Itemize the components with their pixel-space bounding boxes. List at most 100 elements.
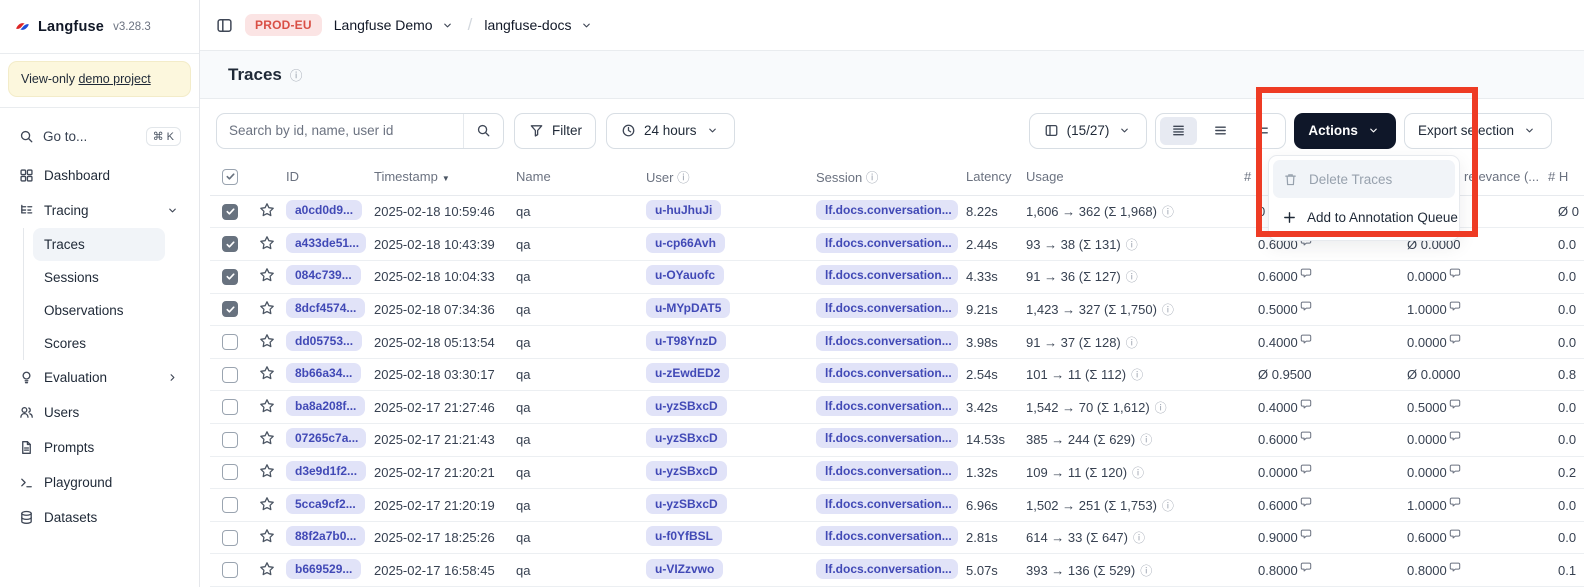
table-row[interactable]: 8b66a34...2025-02-18 03:30:17qau-zEwdED2…	[210, 359, 1584, 392]
columns-button[interactable]: (15/27)	[1029, 113, 1148, 149]
col-name[interactable]: Name	[508, 169, 638, 184]
user-badge[interactable]: u-huJhuJi	[646, 200, 721, 220]
search-submit-icon[interactable]	[463, 114, 503, 148]
user-badge[interactable]: u-yzSBxcD	[646, 396, 727, 416]
trace-id-badge[interactable]: 88f2a7b0...	[286, 526, 365, 546]
user-badge[interactable]: u-yzSBxcD	[646, 428, 727, 448]
row-height-tall-button[interactable]	[1244, 117, 1281, 145]
table-row[interactable]: 8dcf4574...2025-02-18 07:34:36qau-MYpDAT…	[210, 294, 1584, 327]
user-badge[interactable]: u-OYauofc	[646, 265, 724, 285]
user-badge[interactable]: u-cp66Avh	[646, 233, 725, 253]
comment-icon[interactable]	[1300, 430, 1312, 445]
table-row[interactable]: 88f2a7b0...2025-02-17 18:25:26qau-f0YfBS…	[210, 522, 1584, 555]
row-height-medium-button[interactable]	[1202, 117, 1239, 145]
comment-icon[interactable]	[1300, 496, 1312, 511]
trace-id-badge[interactable]: dd05753...	[286, 331, 362, 351]
comment-icon[interactable]	[1300, 561, 1312, 576]
star-icon[interactable]	[256, 496, 275, 512]
col-user[interactable]: User ⓘ	[638, 167, 808, 186]
session-badge[interactable]: lf.docs.conversation...	[816, 494, 958, 514]
user-badge[interactable]: u-VIZzvwo	[646, 559, 723, 579]
comment-icon[interactable]	[1449, 528, 1461, 543]
trace-id-badge[interactable]: 5cca9cf2...	[286, 494, 365, 514]
comment-icon[interactable]	[1449, 561, 1461, 576]
table-row[interactable]: 07265c7a...2025-02-17 21:21:43qau-yzSBxc…	[210, 424, 1584, 457]
row-height-compact-button[interactable]	[1160, 117, 1197, 145]
comment-icon[interactable]	[1300, 398, 1312, 413]
comment-icon[interactable]	[1300, 528, 1312, 543]
table-row[interactable]: 084c739...2025-02-18 10:04:33qau-OYauofc…	[210, 261, 1584, 294]
row-checkbox[interactable]	[222, 399, 238, 415]
comment-icon[interactable]	[1449, 300, 1461, 315]
menu-item-add-to-annotation-queue[interactable]: Add to Annotation Queue	[1273, 198, 1455, 236]
sidebar-item-prompts[interactable]: Prompts	[10, 430, 189, 465]
user-badge[interactable]: u-yzSBxcD	[646, 461, 727, 481]
star-icon[interactable]	[256, 561, 275, 577]
table-row[interactable]: d3e9d1f2...2025-02-17 21:20:21qau-yzSBxc…	[210, 457, 1584, 490]
user-badge[interactable]: u-T98YnzD	[646, 331, 726, 351]
comment-icon[interactable]	[1449, 430, 1461, 445]
session-badge[interactable]: lf.docs.conversation...	[816, 396, 958, 416]
col-latency[interactable]: Latency	[958, 169, 1018, 184]
star-icon[interactable]	[256, 235, 275, 251]
session-badge[interactable]: lf.docs.conversation...	[816, 526, 958, 546]
sidebar-item-sessions[interactable]: Sessions	[33, 261, 165, 294]
star-icon[interactable]	[256, 430, 275, 446]
session-badge[interactable]: lf.docs.conversation...	[816, 298, 958, 318]
sidebar-item-observations[interactable]: Observations	[33, 294, 165, 327]
col-usage[interactable]: Usage	[1018, 169, 1240, 184]
project-breadcrumb[interactable]: langfuse-docs	[484, 17, 594, 33]
col-id[interactable]: ID	[278, 169, 366, 184]
col-session[interactable]: Session ⓘ	[808, 167, 958, 186]
sidebar-item-traces[interactable]: Traces	[33, 228, 165, 261]
session-badge[interactable]: lf.docs.conversation...	[816, 559, 958, 579]
comment-icon[interactable]	[1300, 463, 1312, 478]
trace-id-badge[interactable]: 8b66a34...	[286, 363, 361, 383]
user-badge[interactable]: u-zEwdED2	[646, 363, 729, 383]
sidebar-item-evaluation[interactable]: Evaluation	[10, 360, 189, 395]
sidebar-item-scores[interactable]: Scores	[33, 327, 165, 360]
trace-id-badge[interactable]: ba8a208f...	[286, 396, 365, 416]
star-icon[interactable]	[256, 300, 275, 316]
user-badge[interactable]: u-MYpDAT5	[646, 298, 730, 318]
session-badge[interactable]: lf.docs.conversation...	[816, 331, 958, 351]
comment-icon[interactable]	[1449, 463, 1461, 478]
star-icon[interactable]	[256, 267, 275, 283]
export-selection-button[interactable]: Export selection	[1404, 113, 1552, 149]
trace-id-badge[interactable]: b669529...	[286, 559, 361, 579]
star-icon[interactable]	[256, 463, 275, 479]
session-badge[interactable]: lf.docs.conversation...	[816, 200, 958, 220]
trace-id-badge[interactable]: 8dcf4574...	[286, 298, 365, 318]
trace-id-badge[interactable]: a433de51...	[286, 233, 366, 253]
sidebar-item-users[interactable]: Users	[10, 395, 189, 430]
row-checkbox[interactable]	[222, 334, 238, 350]
star-icon[interactable]	[256, 333, 275, 349]
trace-id-badge[interactable]: 07265c7a...	[286, 428, 366, 448]
user-badge[interactable]: u-yzSBxcD	[646, 494, 727, 514]
row-checkbox[interactable]	[222, 432, 238, 448]
row-checkbox[interactable]	[222, 464, 238, 480]
table-row[interactable]: ba8a208f...2025-02-17 21:27:46qau-yzSBxc…	[210, 391, 1584, 424]
row-checkbox[interactable]	[222, 269, 238, 285]
demo-project-link[interactable]: demo project	[78, 72, 150, 86]
table-row[interactable]: b669529...2025-02-17 16:58:45qau-VIZzvwo…	[210, 554, 1584, 587]
comment-icon[interactable]	[1300, 333, 1312, 348]
row-checkbox[interactable]	[222, 530, 238, 546]
session-badge[interactable]: lf.docs.conversation...	[816, 428, 958, 448]
comment-icon[interactable]	[1449, 496, 1461, 511]
row-checkbox[interactable]	[222, 562, 238, 578]
menu-item-delete-traces[interactable]: Delete Traces	[1273, 160, 1455, 198]
user-badge[interactable]: u-f0YfBSL	[646, 526, 722, 546]
comment-icon[interactable]	[1449, 398, 1461, 413]
star-icon[interactable]	[256, 365, 275, 381]
star-icon[interactable]	[256, 202, 275, 218]
sidebar-item-dashboard[interactable]: Dashboard	[10, 158, 189, 193]
table-row[interactable]: 5cca9cf2...2025-02-17 21:20:19qau-yzSBxc…	[210, 489, 1584, 522]
table-row[interactable]: dd05753...2025-02-18 05:13:54qau-T98YnzD…	[210, 326, 1584, 359]
trace-id-badge[interactable]: d3e9d1f2...	[286, 461, 366, 481]
sidebar-item-tracing[interactable]: Tracing	[10, 193, 189, 228]
row-checkbox[interactable]	[222, 236, 238, 252]
select-all-checkbox[interactable]	[222, 169, 238, 185]
trace-id-badge[interactable]: 084c739...	[286, 265, 361, 285]
search-input[interactable]	[217, 114, 463, 148]
